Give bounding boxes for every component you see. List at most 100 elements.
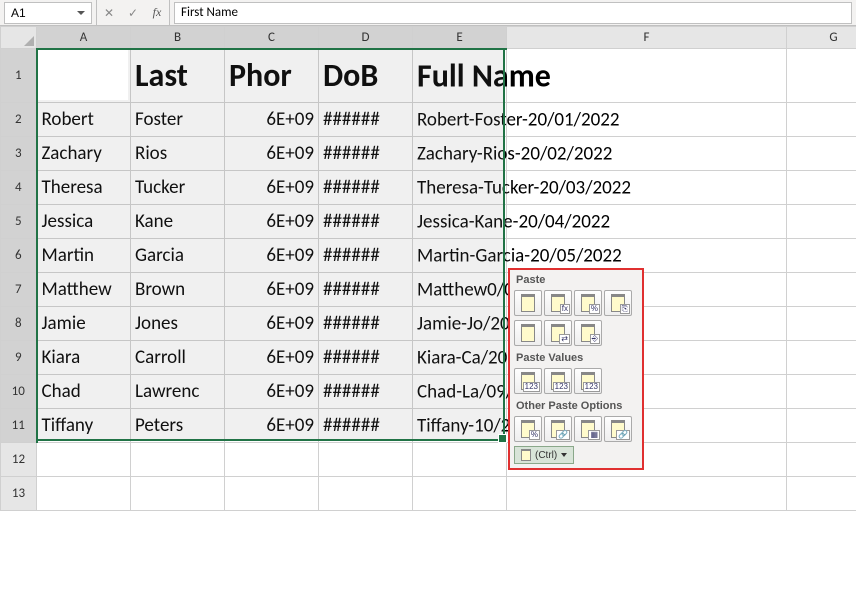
cell[interactable]: ###### <box>319 137 413 171</box>
cell[interactable] <box>787 171 856 205</box>
cell[interactable]: Rios <box>131 137 225 171</box>
cell[interactable] <box>319 443 413 477</box>
paste-option-icon[interactable]: fx <box>544 290 572 316</box>
cell[interactable] <box>319 477 413 511</box>
cell[interactable]: Jamie <box>37 307 131 341</box>
cell[interactable]: Jessica <box>37 205 131 239</box>
cancel-button[interactable]: ✕ <box>97 1 121 25</box>
cell[interactable]: ###### <box>319 205 413 239</box>
cell[interactable] <box>787 49 856 103</box>
cell[interactable]: ###### <box>319 341 413 375</box>
cell[interactable]: ###### <box>319 103 413 137</box>
cell[interactable] <box>787 443 856 477</box>
cell[interactable] <box>787 205 856 239</box>
cell[interactable] <box>413 477 507 511</box>
cell[interactable]: Martin-Garcia-20/05/2022 <box>413 239 507 273</box>
cell[interactable]: DoB <box>319 49 413 103</box>
cell[interactable]: 6E+09 <box>225 205 319 239</box>
cell[interactable] <box>787 137 856 171</box>
chevron-down-icon[interactable] <box>77 11 85 15</box>
cell[interactable]: 6E+09 <box>225 239 319 273</box>
cell[interactable]: First <box>37 49 131 103</box>
cell[interactable]: ###### <box>319 307 413 341</box>
cell[interactable]: 6E+09 <box>225 171 319 205</box>
paste-option-icon[interactable] <box>514 320 542 346</box>
cell[interactable]: Zachary-Rios-20/02/2022 <box>413 137 507 171</box>
cell[interactable]: ###### <box>319 273 413 307</box>
row-header-9[interactable]: 9 <box>1 341 37 375</box>
paste-ctrl-button[interactable]: (Ctrl) <box>514 446 574 464</box>
paste-option-icon[interactable]: ⎆ <box>574 320 602 346</box>
cell[interactable] <box>787 375 856 409</box>
cell[interactable] <box>225 477 319 511</box>
select-all-corner[interactable] <box>1 27 37 49</box>
cell[interactable]: Zachary <box>37 137 131 171</box>
paste-option-icon[interactable]: ⇄ <box>544 320 572 346</box>
cell[interactable] <box>787 477 856 511</box>
cell[interactable]: 6E+09 <box>225 375 319 409</box>
cell[interactable]: Lawrenc <box>131 375 225 409</box>
row-header-10[interactable]: 10 <box>1 375 37 409</box>
paste-option-icon[interactable]: 123 <box>574 368 602 394</box>
cell[interactable]: Brown <box>131 273 225 307</box>
cell[interactable]: Theresa <box>37 171 131 205</box>
col-header-G[interactable]: G <box>787 27 856 49</box>
cell[interactable]: Last <box>131 49 225 103</box>
col-header-F[interactable]: F <box>507 27 787 49</box>
row-header-5[interactable]: 5 <box>1 205 37 239</box>
paste-option-icon[interactable]: 123 <box>514 368 542 394</box>
cell[interactable]: Theresa-Tucker-20/03/2022 <box>413 171 507 205</box>
cell[interactable]: Tiffany-10/2022 <box>413 409 507 443</box>
cell[interactable]: Garcia <box>131 239 225 273</box>
cell[interactable]: 6E+09 <box>225 409 319 443</box>
row-header-8[interactable]: 8 <box>1 307 37 341</box>
cell[interactable]: Chad-La/09/2022 <box>413 375 507 409</box>
formula-input[interactable]: First Name <box>174 2 852 24</box>
enter-button[interactable]: ✓ <box>121 1 145 25</box>
cell[interactable] <box>787 273 856 307</box>
row-header-6[interactable]: 6 <box>1 239 37 273</box>
cell[interactable] <box>507 477 787 511</box>
cell[interactable]: ###### <box>319 375 413 409</box>
cell[interactable] <box>787 239 856 273</box>
row-header-2[interactable]: 2 <box>1 103 37 137</box>
cell[interactable]: ###### <box>319 239 413 273</box>
col-header-A[interactable]: A <box>37 27 131 49</box>
paste-option-icon[interactable]: % <box>574 290 602 316</box>
paste-option-icon[interactable]: ⎘ <box>604 290 632 316</box>
cell[interactable]: Peters <box>131 409 225 443</box>
cell[interactable] <box>787 307 856 341</box>
cell[interactable] <box>787 103 856 137</box>
paste-option-icon[interactable]: 🔗 <box>544 416 572 442</box>
cell[interactable] <box>225 443 319 477</box>
cell[interactable]: Tucker <box>131 171 225 205</box>
paste-option-icon[interactable]: % <box>514 416 542 442</box>
col-header-E[interactable]: E <box>413 27 507 49</box>
row-header-12[interactable]: 12 <box>1 443 37 477</box>
cell[interactable]: Jamie-Jo/2022 <box>413 307 507 341</box>
cell[interactable]: Chad <box>37 375 131 409</box>
cell[interactable]: Kiara-Ca/2022 <box>413 341 507 375</box>
cell[interactable]: Foster <box>131 103 225 137</box>
cell[interactable] <box>787 341 856 375</box>
cell[interactable] <box>413 443 507 477</box>
col-header-D[interactable]: D <box>319 27 413 49</box>
name-box[interactable]: A1 <box>4 2 92 24</box>
cell[interactable]: 6E+09 <box>225 273 319 307</box>
cell[interactable] <box>787 409 856 443</box>
paste-option-icon[interactable]: ▦ <box>574 416 602 442</box>
col-header-C[interactable]: C <box>225 27 319 49</box>
row-header-7[interactable]: 7 <box>1 273 37 307</box>
cell[interactable]: Tiffany <box>37 409 131 443</box>
row-header-11[interactable]: 11 <box>1 409 37 443</box>
fx-button[interactable]: fx <box>145 1 169 25</box>
paste-option-icon[interactable]: 123 <box>544 368 572 394</box>
cell[interactable]: 6E+09 <box>225 307 319 341</box>
cell[interactable]: 6E+09 <box>225 341 319 375</box>
cell[interactable]: ###### <box>319 171 413 205</box>
cell[interactable]: Phor <box>225 49 319 103</box>
row-header-3[interactable]: 3 <box>1 137 37 171</box>
cell[interactable] <box>131 443 225 477</box>
cell[interactable]: ###### <box>319 409 413 443</box>
cell[interactable]: Kiara <box>37 341 131 375</box>
